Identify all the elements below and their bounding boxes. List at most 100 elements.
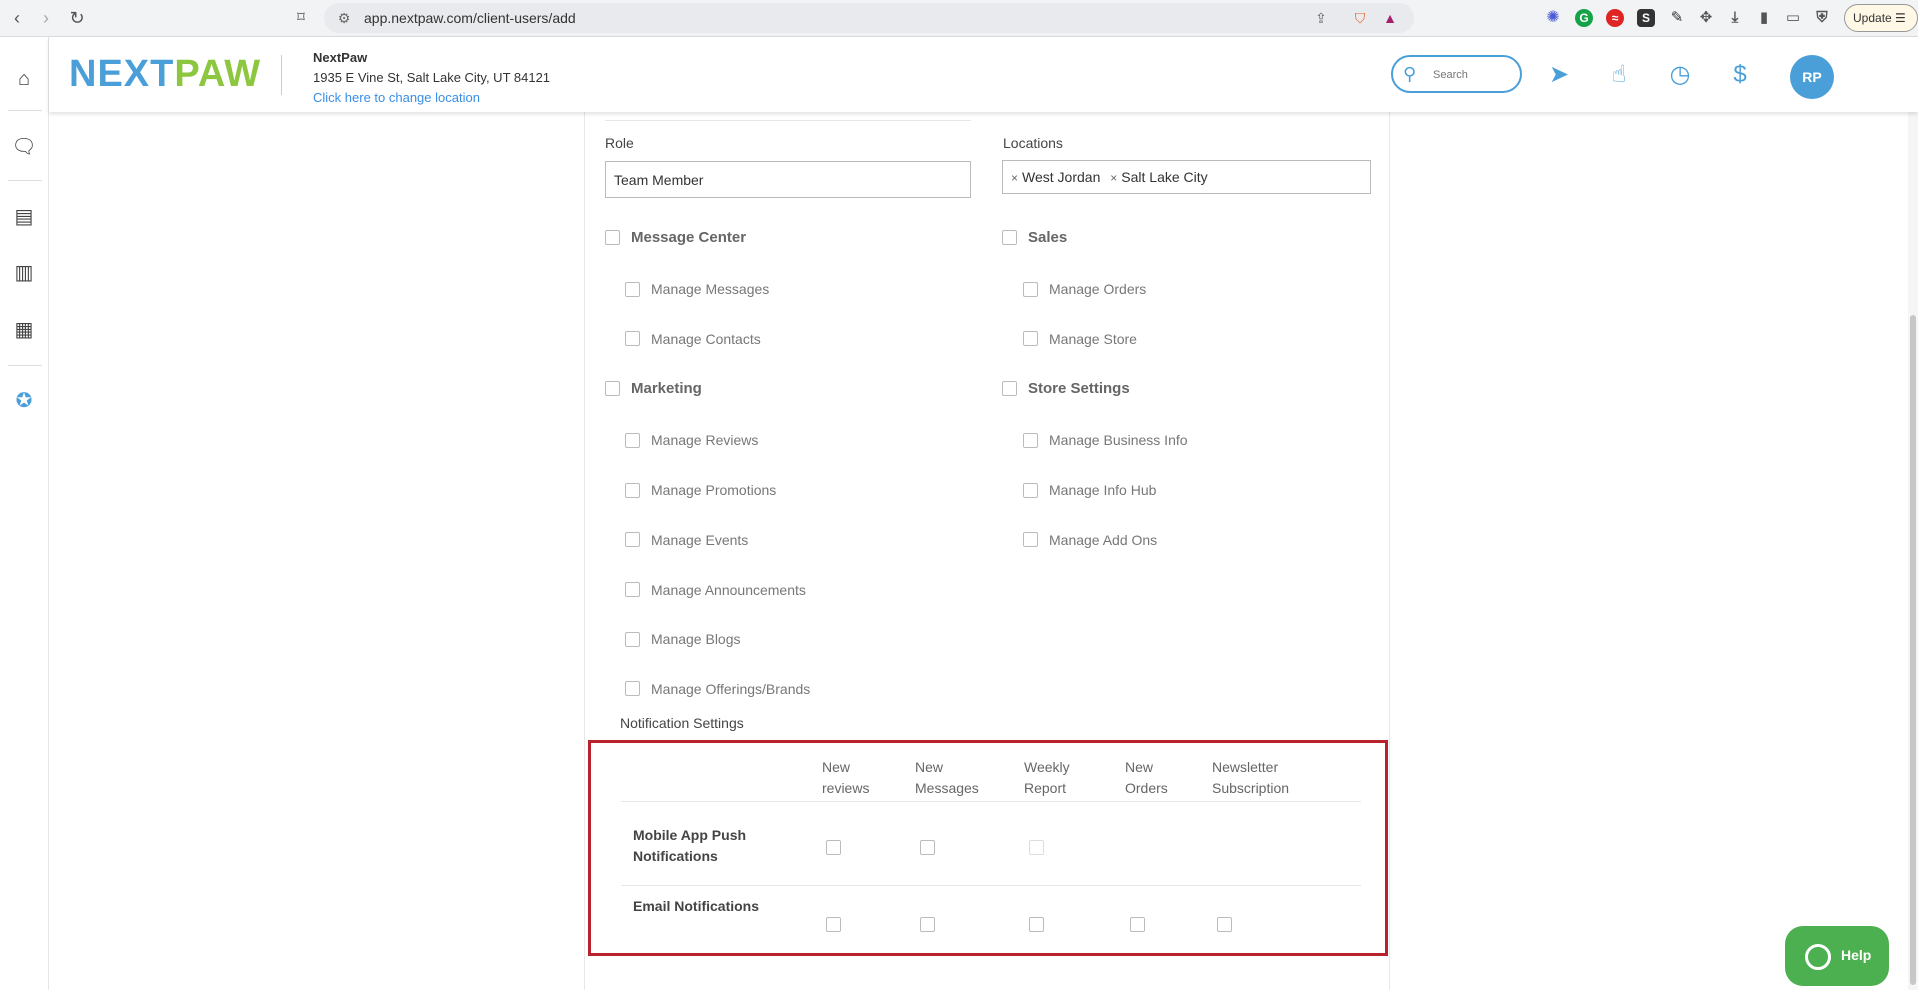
share-icon[interactable]: ⇪ [1311,8,1331,28]
business-address: 1935 E Vine St, Salt Lake City, UT 84121 [313,70,551,85]
manage-promotions-label: Manage Promotions [651,482,777,498]
update-button[interactable]: Update ☰ [1844,4,1918,32]
clock-icon[interactable]: ◷ [1664,59,1696,91]
email-new-orders-checkbox[interactable] [1130,917,1145,932]
manage-store-checkbox[interactable] [1023,331,1038,346]
message-center-checkbox[interactable] [605,230,620,245]
building-icon[interactable]: ▥ [8,257,40,289]
brave-rewards-icon[interactable]: ▲ [1380,8,1400,28]
notification-settings-table: New reviews New Messages Weekly Report New O… [588,740,1388,956]
location-tag[interactable]: × West Jordan [1011,169,1100,185]
email-weekly-report-checkbox[interactable] [1029,917,1044,932]
role-label: Role [605,135,634,151]
thumbs-up-stars-icon[interactable]: ☝ [1603,59,1635,91]
change-location-link[interactable]: Click here to change location [313,90,480,105]
manage-orders-label: Manage Orders [1049,281,1147,297]
manage-store-label: Manage Store [1049,331,1137,347]
role-field[interactable]: Team Member [605,161,971,198]
register-icon[interactable]: ▤ [8,201,40,233]
store-settings-checkbox[interactable] [1002,381,1017,396]
manage-events-label: Manage Events [651,532,749,548]
eyedropper-icon[interactable]: ✎ [1668,9,1686,27]
manage-offerings-label: Manage Offerings/Brands [651,681,811,697]
email-newsletter-checkbox[interactable] [1217,917,1232,932]
column-newsletter-subscription: Newsletter Subscription [1212,759,1290,796]
help-label: Help [1841,947,1872,963]
manage-blogs-checkbox[interactable] [625,632,640,647]
url-text[interactable]: app.nextpaw.com/client-users/add [364,10,576,26]
brave-shield-icon[interactable]: ⛉ [1350,8,1370,28]
manage-announcements-label: Manage Announcements [651,582,806,598]
chat-bubble-icon [1805,944,1831,970]
send-icon[interactable]: ➤ [1543,59,1575,91]
manage-add-ons-checkbox[interactable] [1023,532,1038,547]
manage-contacts-checkbox[interactable] [625,331,640,346]
location-tag[interactable]: × Salt Lake City [1110,169,1207,185]
manage-contacts-label: Manage Contacts [651,331,761,347]
store-settings-icon[interactable]: ▦ [8,314,40,346]
nextpaw-logo[interactable]: NEXTPAW [69,53,261,96]
column-new-reviews: New reviews [822,759,870,796]
message-center-label: Message Center [631,229,747,246]
extensions-puzzle-icon[interactable]: ✥ [1697,9,1715,27]
vpn-shield-icon[interactable]: ⛨ [1813,9,1831,27]
manage-messages-checkbox[interactable] [625,282,640,297]
manage-orders-checkbox[interactable] [1023,282,1038,297]
home-icon[interactable]: ⌂ [8,63,40,95]
email-new-messages-checkbox[interactable] [920,917,935,932]
manage-announcements-checkbox[interactable] [625,582,640,597]
extension-s-icon[interactable]: S [1637,9,1655,27]
store-settings-label: Store Settings [1028,380,1130,397]
download-icon[interactable]: ⤓ [1726,9,1744,27]
extension-red-icon[interactable]: ≈ [1606,9,1624,27]
marketing-label: Marketing [631,380,702,397]
extension-flower-icon[interactable]: ✺ [1544,9,1562,27]
award-icon[interactable]: ✪ [8,385,40,417]
reload-icon[interactable]: ↻ [66,7,88,29]
row-email-notifications: Email Notifications [633,898,760,914]
column-new-orders: New Orders [1125,759,1168,796]
search-input[interactable] [1433,66,1513,84]
push-new-reviews-checkbox[interactable] [826,840,841,855]
remove-tag-icon[interactable]: × [1110,171,1117,185]
search-box[interactable]: ⚲ [1391,55,1522,93]
marketing-checkbox[interactable] [605,381,620,396]
bookmark-icon[interactable]: ⌑ [290,7,312,29]
site-settings-icon[interactable]: ⚙ [334,8,354,28]
avatar[interactable]: RP [1790,55,1834,99]
update-label: Update [1853,11,1892,25]
chat-icon[interactable]: 🗨 [8,131,40,163]
locations-field[interactable]: × West Jordan × Salt Lake City [1002,160,1371,194]
push-weekly-report-checkbox [1029,840,1044,855]
left-sidebar: ⌂ 🗨 ▤ ▥ ▦ ✪ [0,37,49,990]
grammarly-icon[interactable]: G [1575,9,1593,27]
back-icon[interactable]: ‹ [6,7,28,29]
push-new-messages-checkbox[interactable] [920,840,935,855]
manage-promotions-checkbox[interactable] [625,483,640,498]
email-new-reviews-checkbox[interactable] [826,917,841,932]
sales-checkbox[interactable] [1002,230,1017,245]
manage-events-checkbox[interactable] [625,532,640,547]
forward-icon[interactable]: › [35,7,57,29]
manage-reviews-checkbox[interactable] [625,433,640,448]
billing-icon[interactable]: $ [1724,59,1756,91]
address-bar[interactable]: ⚙ app.nextpaw.com/client-users/add ⇪ ⛉ ▲ [324,3,1414,33]
manage-reviews-label: Manage Reviews [651,432,759,448]
scrollbar-thumb[interactable] [1910,315,1916,985]
browser-toolbar: ‹ › ↻ ⌑ ⚙ app.nextpaw.com/client-users/a… [0,0,1918,37]
remove-tag-icon[interactable]: × [1011,171,1018,185]
search-icon[interactable]: ⚲ [1403,63,1425,85]
notification-settings-title: Notification Settings [620,715,744,731]
manage-messages-label: Manage Messages [651,281,770,297]
business-name: NextPaw [313,50,368,65]
manage-business-info-checkbox[interactable] [1023,433,1038,448]
manage-info-hub-checkbox[interactable] [1023,483,1038,498]
manage-offerings-checkbox[interactable] [625,681,640,696]
wallet-icon[interactable]: ▭ [1784,9,1802,27]
app-header: NEXTPAW NextPaw 1935 E Vine St, Salt Lak… [49,37,1918,112]
column-weekly-report: Weekly Report [1024,759,1070,796]
manage-business-info-label: Manage Business Info [1049,432,1188,448]
sidebar-toggle-icon[interactable]: ▮ [1755,9,1773,27]
help-button[interactable]: Help [1785,926,1889,986]
user-form-panel: Role Team Member Locations × West Jordan … [584,112,1390,990]
